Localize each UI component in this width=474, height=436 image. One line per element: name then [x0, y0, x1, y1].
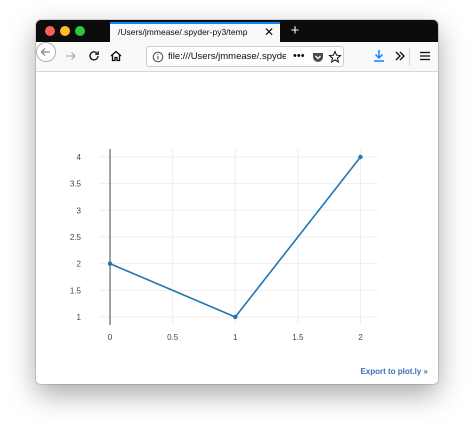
data-point — [233, 314, 238, 320]
downloads-button[interactable] — [368, 45, 390, 67]
tick-labels: 0 0.5 1 1.5 2 1 1.5 2 2.5 3 3.5 4 — [70, 153, 363, 342]
hamburger-menu-icon — [420, 51, 430, 61]
more-dots-icon[interactable]: ••• — [293, 48, 307, 64]
title-bar: /Users/jmmease/.spyder-py3/temp ✕ + — [36, 20, 438, 42]
forward-button[interactable] — [60, 45, 82, 67]
plot-area[interactable]: 0 0.5 1 1.5 2 1 1.5 2 2.5 3 3.5 4 — [36, 72, 438, 384]
y-tick-label: 2.5 — [70, 233, 82, 242]
window-close-button[interactable] — [45, 26, 55, 36]
bookmark-star-icon[interactable] — [328, 50, 342, 64]
forward-arrow-icon — [66, 52, 76, 60]
navigation-toolbar: file:///Users/jmmease/.spyder-py3/temp-p… — [36, 42, 438, 72]
y-tick-label: 2 — [77, 260, 82, 269]
tab-title: /Users/jmmease/.spyder-py3/temp — [118, 27, 248, 37]
y-tick-label: 4 — [77, 153, 82, 162]
export-to-plotly-link[interactable]: Export to plot.ly » — [360, 367, 428, 376]
main-menu-button[interactable] — [414, 45, 436, 67]
browser-window: /Users/jmmease/.spyder-py3/temp ✕ + file… — [36, 20, 438, 384]
info-icon — [152, 51, 164, 63]
grid-lines — [100, 149, 378, 325]
back-arrow-icon — [40, 48, 50, 56]
toolbar-separator — [409, 48, 410, 66]
window-minimize-button[interactable] — [60, 26, 70, 36]
tab-active[interactable]: /Users/jmmease/.spyder-py3/temp ✕ — [110, 22, 280, 42]
y-tick-label: 3.5 — [70, 180, 82, 189]
x-tick-label: 1 — [233, 333, 238, 342]
y-tick-label: 1.5 — [70, 286, 82, 295]
home-icon — [110, 50, 122, 62]
url-text: file:///Users/jmmease/.spyder-py3/temp-p… — [168, 51, 286, 62]
y-tick-label: 3 — [77, 206, 82, 215]
url-bar[interactable]: file:///Users/jmmease/.spyder-py3/temp-p… — [146, 46, 344, 67]
x-tick-label: 2 — [358, 333, 363, 342]
home-button[interactable] — [105, 45, 127, 67]
y-tick-label: 1 — [77, 313, 82, 322]
overflow-menu-button[interactable] — [389, 45, 411, 67]
pocket-icon[interactable] — [311, 50, 325, 64]
back-button[interactable] — [36, 42, 56, 62]
page-content: 0 0.5 1 1.5 2 1 1.5 2 2.5 3 3.5 4 Export to plot.ly… — [36, 72, 438, 384]
new-tab-button[interactable]: + — [286, 22, 304, 40]
tab-close-icon[interactable]: ✕ — [262, 25, 276, 39]
x-tick-label: 1.5 — [292, 333, 304, 342]
data-point — [107, 261, 113, 266]
window-maximize-button[interactable] — [75, 26, 85, 36]
data-point — [358, 154, 363, 160]
x-tick-label: 0 — [108, 333, 113, 342]
x-tick-label: 0.5 — [167, 333, 179, 342]
reload-button[interactable] — [83, 45, 105, 67]
reload-icon — [89, 51, 99, 61]
download-arrow-icon — [374, 50, 384, 62]
overflow-chevrons-icon — [395, 51, 405, 61]
